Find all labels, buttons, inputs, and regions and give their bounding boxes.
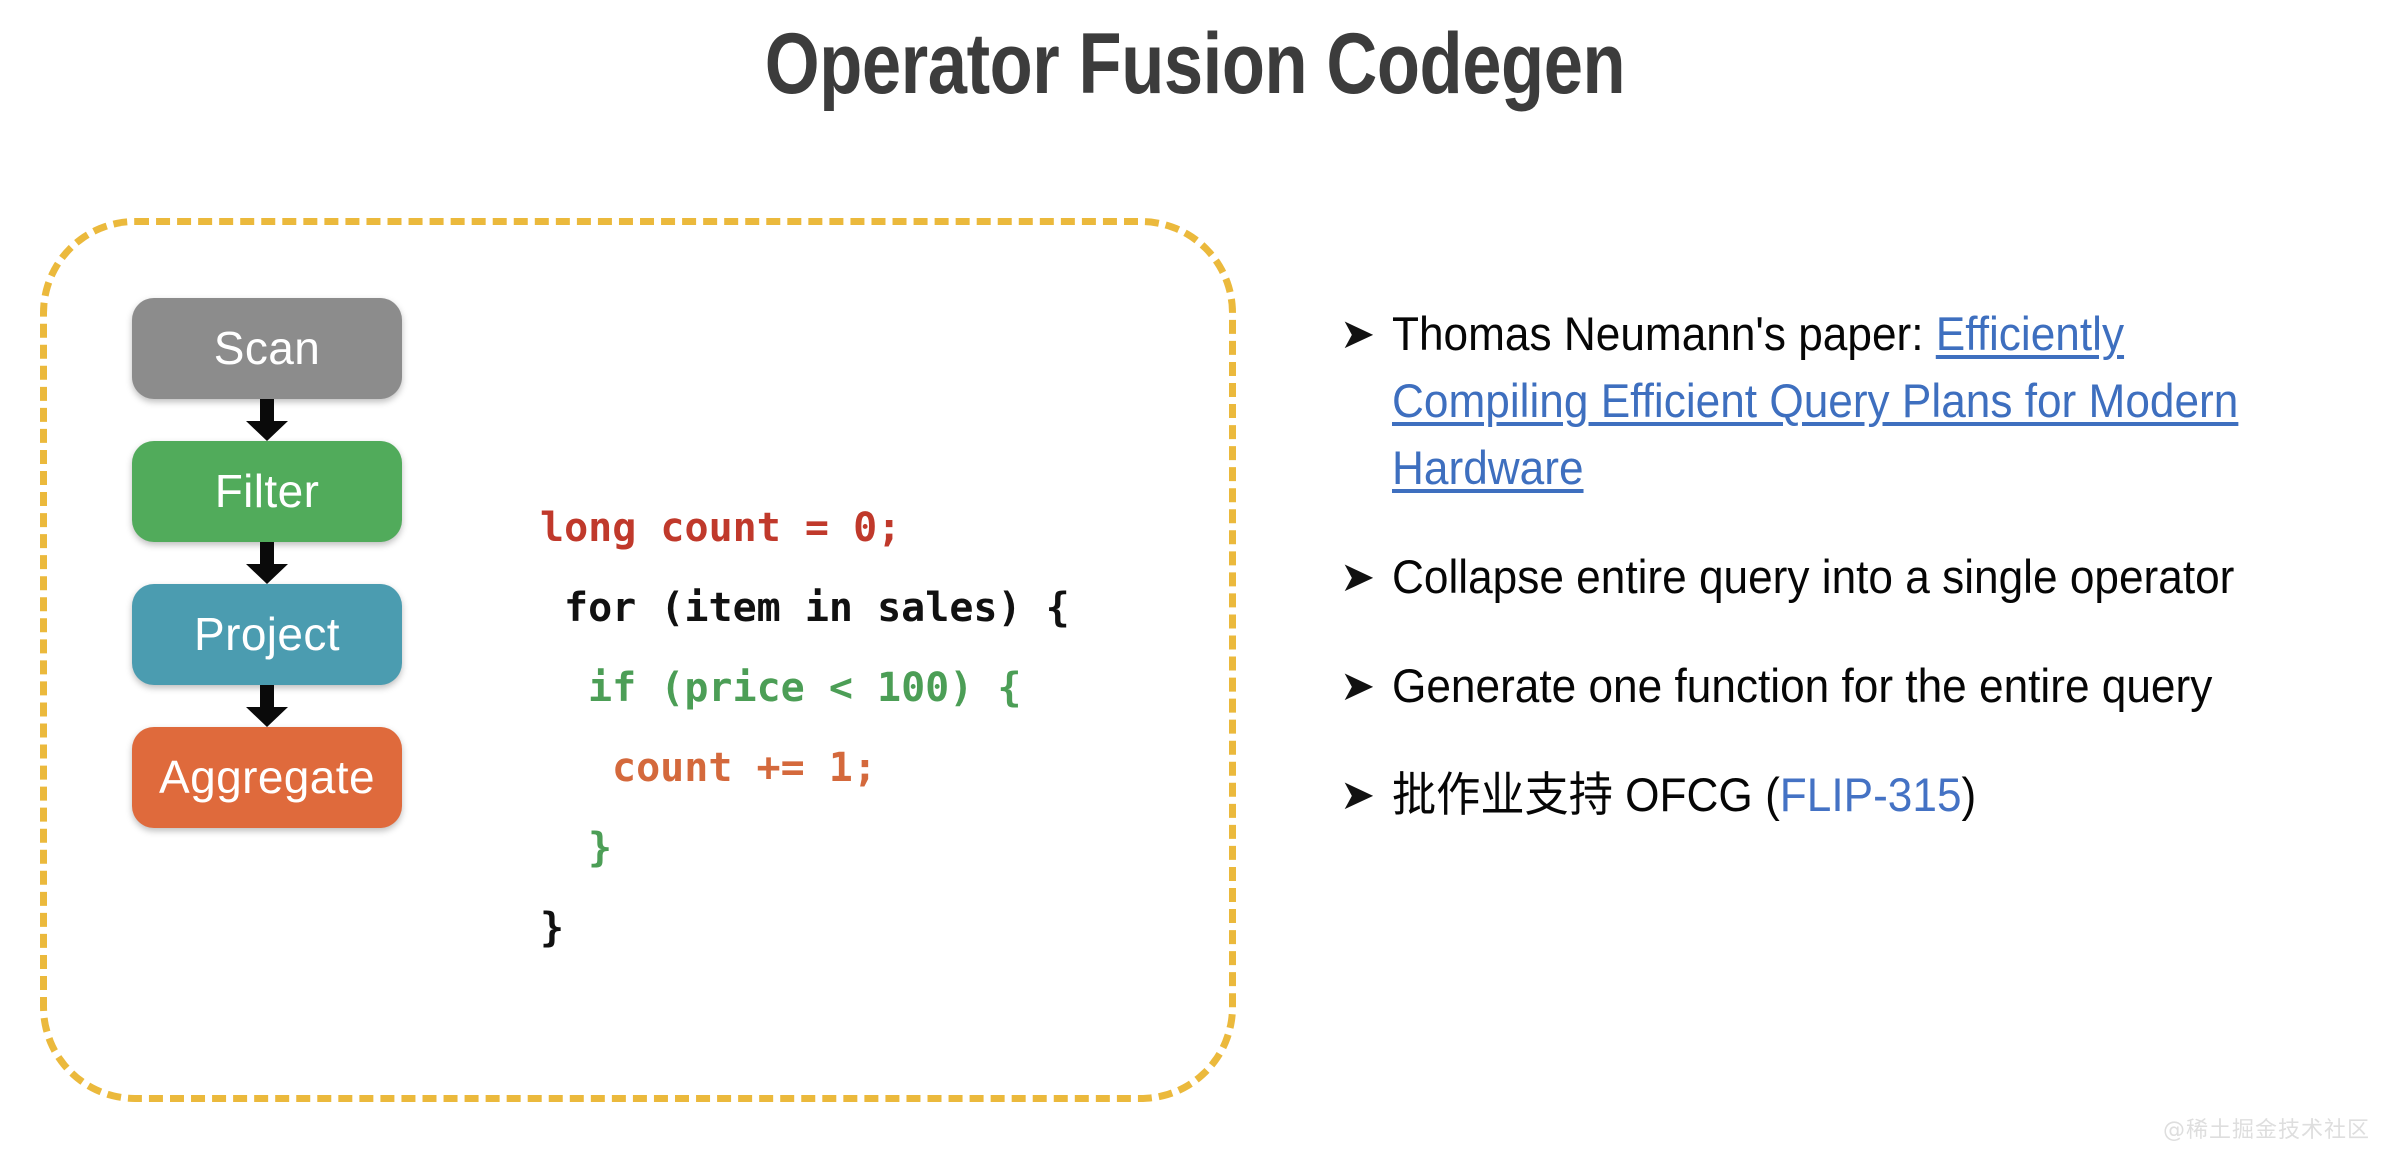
page-title: Operator Fusion Codegen <box>764 16 1626 112</box>
bullet-arrow-icon: ➤ <box>1340 662 1376 709</box>
operator-box-label: Project <box>194 608 340 660</box>
bullet-collapse-query: ➤ Collapse entire query into a single ope… <box>1340 543 2360 610</box>
pipeline-arrow-slot <box>132 542 402 584</box>
bullet-text: Collapse entire query into a single oper… <box>1392 543 2302 610</box>
operator-box-label: Filter <box>214 465 320 517</box>
bullet-arrow-icon: ➤ <box>1340 553 1376 600</box>
pipeline-arrow-slot <box>132 685 402 727</box>
bullet-list: ➤ Thomas Neumann's paper: Efficiently Com… <box>1340 300 2360 870</box>
code-line-1: long count = 0; <box>540 505 902 551</box>
bullet-text-segment: Collapse entire query into a single oper… <box>1392 550 2235 603</box>
bullet-text: Generate one function for the entire que… <box>1392 652 2302 719</box>
bullet-text-segment: Thomas Neumann's paper: <box>1392 307 1936 360</box>
generated-code-block: long count = 0; for (item in sales) { if (… <box>540 488 1070 968</box>
filter-operator-box[interactable]: Filter <box>132 441 402 542</box>
operator-box-label: Aggregate <box>159 751 375 803</box>
watermark-text: @稀土掘金技术社区 <box>2162 1118 2370 1143</box>
bullet-paper-reference: ➤ Thomas Neumann's paper: Efficiently Com… <box>1340 300 2360 501</box>
down-arrow-icon <box>246 399 288 441</box>
bullet-text-segment: ) <box>1961 768 1977 821</box>
down-arrow-icon <box>246 685 288 727</box>
flip-link[interactable]: FLIP-315 <box>1780 768 1962 821</box>
code-line-4: count += 1; <box>612 745 877 791</box>
code-line-2: for (item in sales) { <box>564 585 1070 631</box>
bullet-generate-function: ➤ Generate one function for the entire qu… <box>1340 652 2360 719</box>
code-line-5: } <box>588 825 613 871</box>
pipeline-arrow-slot <box>132 399 402 441</box>
project-operator-box[interactable]: Project <box>132 584 402 685</box>
bullet-batch-ofcg: ➤ 批作业支持 OFCG (FLIP-315) <box>1340 761 2360 828</box>
bullet-text: Thomas Neumann's paper: Efficiently Comp… <box>1392 300 2302 501</box>
bullet-arrow-icon: ➤ <box>1340 771 1376 818</box>
operator-box-label: Scan <box>213 322 321 374</box>
bullet-text-segment: Generate one function for the entire que… <box>1392 659 2213 712</box>
down-arrow-icon <box>246 542 288 584</box>
code-line-3: if (price < 100) { <box>588 665 1022 711</box>
operator-pipeline: Scan Filter Project Aggregate <box>132 298 402 828</box>
aggregate-operator-box[interactable]: Aggregate <box>132 727 402 828</box>
scan-operator-box[interactable]: Scan <box>132 298 402 399</box>
bullet-arrow-icon: ➤ <box>1340 310 1376 357</box>
bullet-text-segment: 批作业支持 OFCG ( <box>1392 768 1780 821</box>
bullet-text: 批作业支持 OFCG (FLIP-315) <box>1392 761 2302 828</box>
code-line-6: } <box>540 905 565 951</box>
